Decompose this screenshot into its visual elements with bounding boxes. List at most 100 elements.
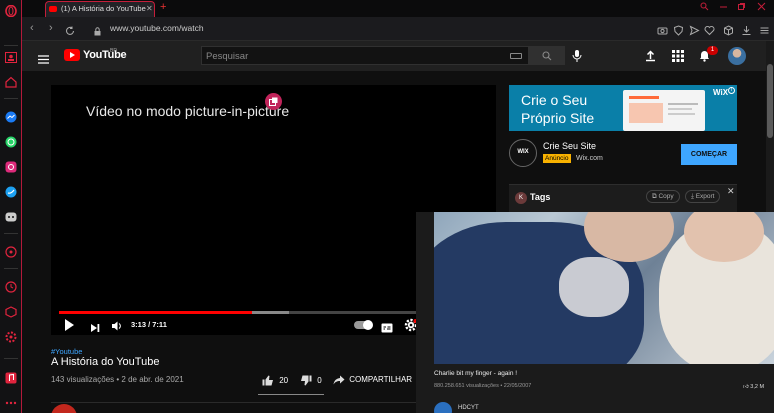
youtube-wordmark[interactable]: YouTube	[83, 49, 127, 61]
ad-preview-image	[629, 103, 663, 123]
contacts-icon[interactable]	[4, 50, 18, 64]
maximize-icon[interactable]	[737, 2, 746, 13]
screen: (1) A História do YouTube ✕ + ‹ › www.yo…	[0, 0, 774, 413]
youtube-favicon-icon	[49, 6, 57, 12]
like-button[interactable]: 20	[262, 375, 288, 386]
search-button[interactable]	[529, 46, 565, 65]
share-button[interactable]: COMPARTILHAR	[333, 375, 412, 385]
share-icon	[333, 375, 345, 385]
search-placeholder: Pesquisar	[206, 51, 249, 62]
lock-icon[interactable]	[94, 23, 101, 36]
tab-close-icon[interactable]: ✕	[146, 2, 153, 16]
thumbs-down-icon	[301, 375, 312, 386]
volume-icon[interactable]	[111, 319, 123, 331]
apps-grid-icon[interactable]	[672, 49, 685, 62]
music-icon[interactable]	[4, 371, 18, 385]
copy-button[interactable]: ⧉ Copy	[646, 190, 680, 203]
twitter-icon[interactable]	[4, 185, 18, 199]
pip-channel-name[interactable]: HDCYT	[458, 405, 479, 411]
close-window-icon[interactable]	[757, 2, 766, 13]
pip-video-frame[interactable]	[434, 212, 774, 364]
autoplay-toggle[interactable]	[354, 320, 373, 330]
download-icon[interactable]	[741, 23, 752, 35]
discord-icon[interactable]	[4, 210, 18, 224]
copy-label: Copy	[658, 193, 674, 200]
ad-banner[interactable]: Crie o Seu Próprio Site WiX i	[509, 85, 737, 131]
thumbs-up-icon: 👍︎	[743, 384, 749, 390]
search-tabs-icon[interactable]	[700, 2, 709, 13]
hamburger-menu-icon[interactable]	[38, 51, 49, 64]
minimize-icon[interactable]	[719, 2, 728, 13]
extensions-icon[interactable]	[4, 305, 18, 319]
subtitles-icon[interactable]	[381, 320, 393, 333]
back-icon[interactable]: ‹	[30, 22, 34, 34]
whatsapp-icon[interactable]	[4, 135, 18, 149]
player-icon[interactable]	[4, 245, 18, 259]
ad-title[interactable]: Crie Seu Site	[543, 141, 596, 151]
channel-avatar[interactable]	[51, 404, 77, 413]
sidebar-divider	[4, 98, 18, 99]
new-tab-icon[interactable]: +	[160, 1, 166, 13]
scrollbar-thumb[interactable]	[767, 64, 773, 138]
tags-panel: K Tags ⧉ Copy ⤓ Export	[509, 184, 737, 214]
heart-icon[interactable]	[704, 23, 715, 36]
history-icon[interactable]	[4, 280, 18, 294]
pip-shirt-letters	[559, 257, 629, 317]
progress-played	[59, 311, 253, 314]
shield-icon[interactable]	[673, 23, 684, 36]
tab-title: (1) A História do YouTube	[61, 4, 146, 13]
messenger-icon[interactable]	[4, 110, 18, 124]
notification-badge: 1	[707, 46, 718, 55]
upload-icon[interactable]	[644, 49, 657, 62]
ad-website-preview	[623, 90, 705, 131]
forward-icon[interactable]: ›	[49, 22, 53, 34]
ad-domain: Wix.com	[576, 155, 603, 162]
view-count: 143 visualizações • 2 de abr. de 2021	[51, 375, 184, 384]
browser-sidebar	[0, 0, 22, 413]
advertiser-logo[interactable]: WIX	[509, 139, 537, 167]
youtube-logo-icon[interactable]	[64, 49, 80, 61]
export-button[interactable]: ⤓ Export	[685, 190, 721, 203]
browser-tab[interactable]: (1) A História do YouTube ✕	[45, 1, 155, 17]
ad-preview-line	[668, 103, 698, 105]
search-input[interactable]: Pesquisar	[201, 46, 529, 65]
search-icon	[542, 50, 552, 60]
sidebar-divider	[4, 268, 18, 269]
home-icon[interactable]	[4, 75, 18, 89]
tags-title: Tags	[530, 192, 551, 202]
hashtag-link[interactable]: #Youtube	[51, 347, 82, 356]
info-icon[interactable]: i	[728, 87, 735, 94]
pip-window[interactable]: Charlie bit my finger - again ! 880.258.…	[416, 212, 774, 413]
close-icon[interactable]: ✕	[727, 186, 735, 197]
ad-preview-bar	[629, 96, 659, 99]
ad-headline: Crie o Seu Próprio Site	[521, 92, 595, 126]
sidebar-divider	[4, 358, 18, 359]
dislike-button[interactable]: 0	[300, 375, 322, 386]
sidebar-divider	[4, 233, 18, 234]
pip-likes[interactable]: 👍︎ 3,2 M	[743, 384, 764, 390]
camera-icon[interactable]	[657, 23, 668, 35]
region-code: BR	[110, 48, 117, 54]
menu-icon[interactable]	[759, 23, 770, 34]
tags-extension-icon: K	[515, 192, 527, 204]
url-field[interactable]: www.youtube.com/watch	[110, 23, 204, 33]
cube-icon[interactable]	[723, 23, 734, 36]
pip-channel-avatar[interactable]	[434, 402, 452, 413]
pip-icon[interactable]	[265, 93, 282, 110]
pip-video-title[interactable]: Charlie bit my finger - again !	[434, 370, 517, 377]
microphone-icon[interactable]	[571, 49, 583, 63]
instagram-icon[interactable]	[4, 160, 18, 174]
ad-cta-button[interactable]: COMEÇAR	[681, 144, 737, 165]
next-icon[interactable]	[90, 320, 100, 332]
like-count: 20	[279, 375, 289, 385]
play-icon[interactable]	[65, 319, 74, 331]
send-icon[interactable]	[689, 23, 700, 36]
pip-like-count: 3,2 M	[750, 384, 765, 390]
opera-logo-icon[interactable]	[4, 4, 18, 18]
reload-icon[interactable]	[65, 23, 75, 41]
pip-video-meta: 880.258.651 visualizações • 22/05/2007	[434, 383, 532, 389]
more-icon[interactable]	[4, 396, 18, 410]
user-avatar[interactable]	[728, 47, 746, 65]
settings-icon[interactable]	[4, 330, 18, 344]
keyboard-icon[interactable]	[510, 53, 522, 59]
